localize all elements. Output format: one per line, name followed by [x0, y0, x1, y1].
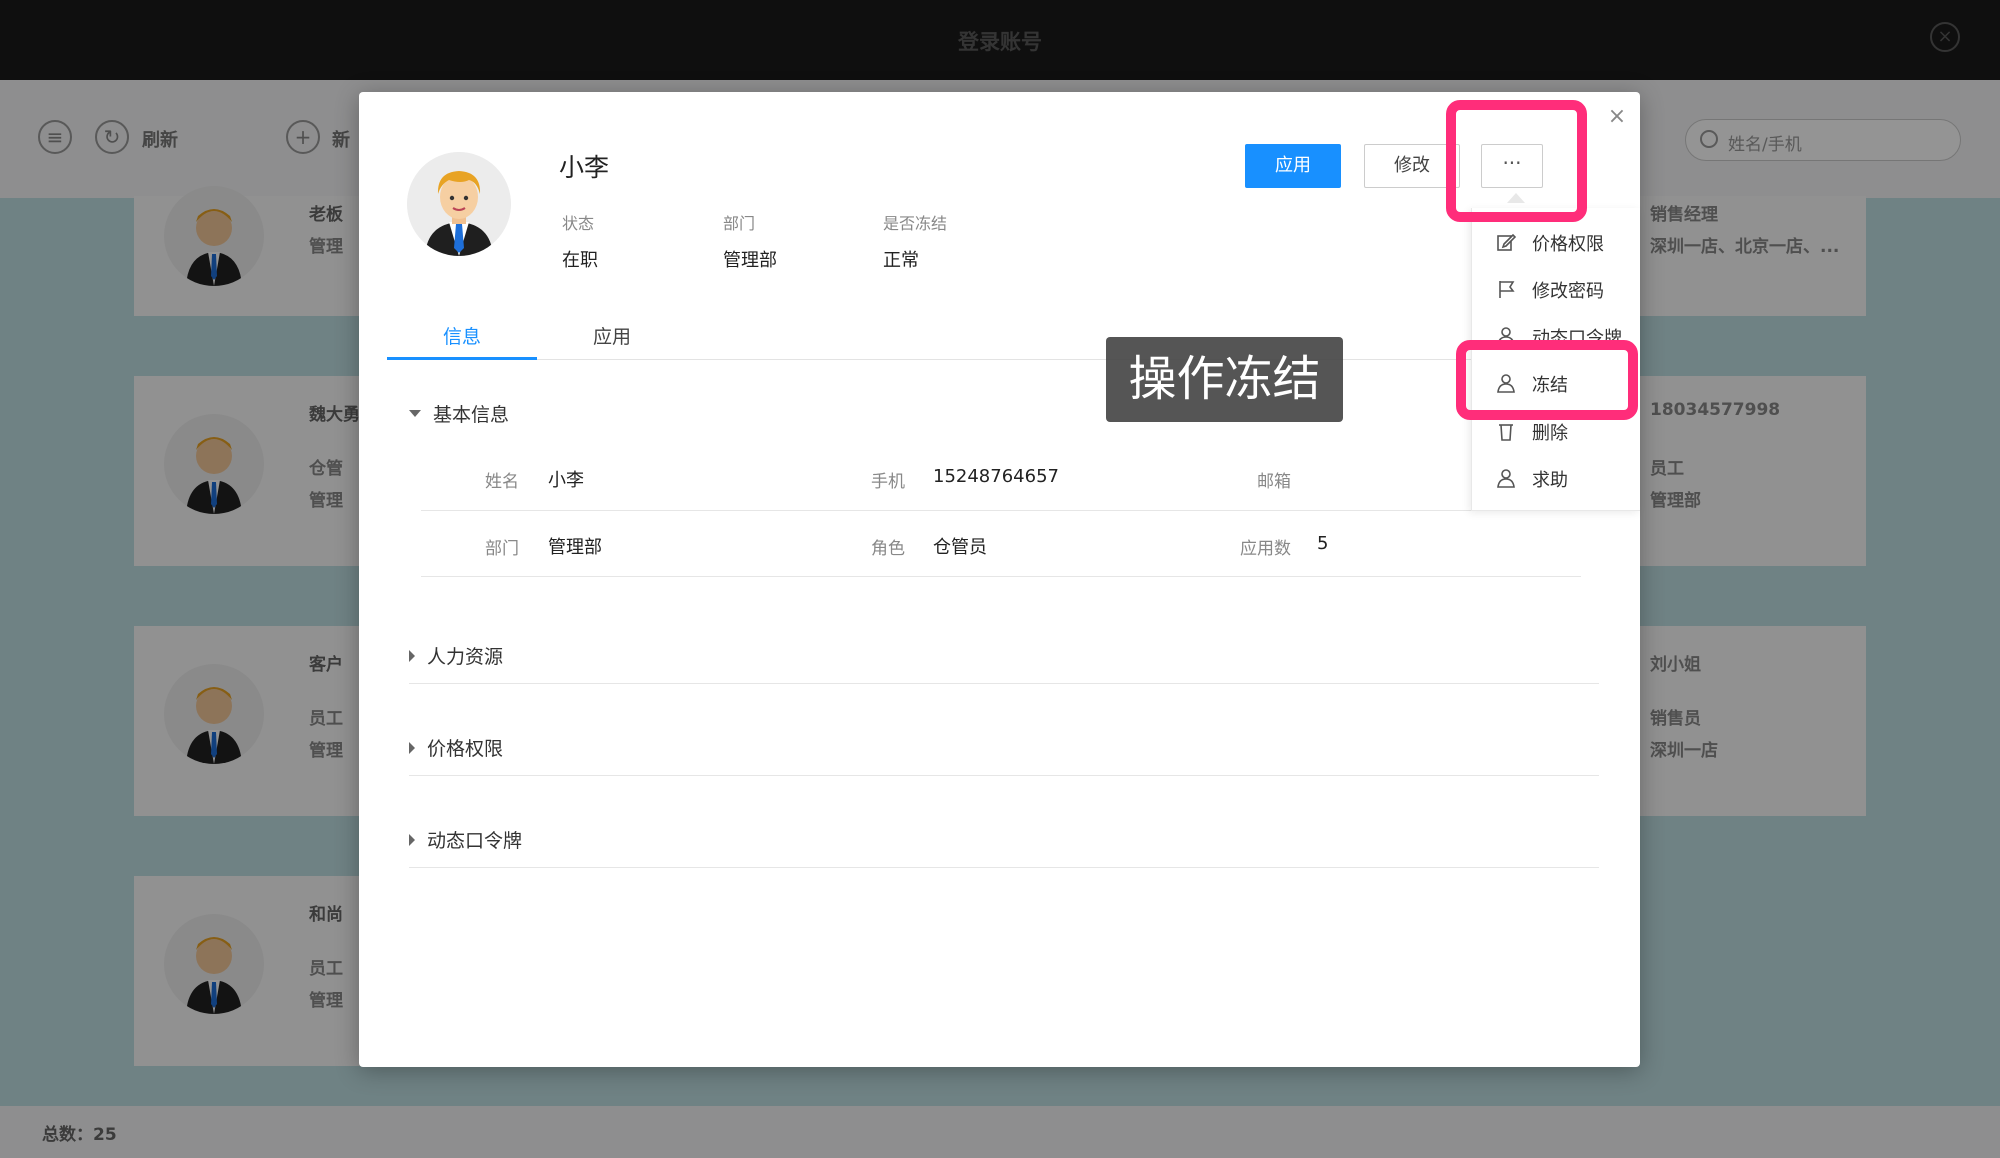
menu-item-price-permission[interactable]: 价格权限: [1472, 224, 1640, 260]
menu-item-label: 动态口令牌: [1532, 328, 1622, 340]
apply-button[interactable]: 应用: [1245, 144, 1341, 188]
name-label: 姓名: [485, 472, 519, 492]
section-divider: [409, 775, 1599, 776]
app-count-label: 应用数: [1240, 539, 1291, 559]
section-dynamic-token[interactable]: 动态口令牌: [409, 826, 522, 853]
status-label: 状态: [562, 214, 595, 233]
name-value: 小李: [548, 470, 584, 491]
row-divider: [421, 510, 1581, 511]
trash-icon: [1499, 424, 1513, 441]
section-title: 动态口令牌: [427, 830, 523, 852]
section-hr[interactable]: 人力资源: [409, 642, 503, 669]
user-icon: [1498, 327, 1514, 340]
section-divider: [409, 867, 1599, 868]
edit-icon: [1497, 233, 1516, 251]
employee-name: 小李: [559, 153, 610, 182]
employee-detail-modal: × 小李 状态 在职 部门 管理部 是否冻结 正常 应用 修改 ··· 信息 应…: [359, 92, 1640, 1067]
department-value: 管理部: [723, 250, 777, 271]
caret-down-icon: [409, 410, 421, 417]
caret-right-icon: [409, 649, 415, 662]
status-value: 在职: [562, 250, 598, 271]
highlight-more-button: [1446, 100, 1587, 222]
avatar: [407, 152, 511, 256]
menu-item-label: 修改密码: [1532, 281, 1604, 302]
section-divider: [409, 683, 1599, 684]
section-basic-info[interactable]: 基本信息: [409, 400, 509, 427]
email-label: 邮箱: [1257, 472, 1291, 492]
dept-label: 部门: [485, 539, 519, 559]
flag-icon: [1499, 281, 1515, 298]
frozen-label: 是否冻结: [883, 214, 948, 233]
role-label: 角色: [871, 539, 905, 559]
section-title: 人力资源: [427, 646, 504, 668]
menu-item-label: 求助: [1532, 470, 1568, 491]
tab-bar: 信息 应用: [387, 322, 1587, 360]
tab-info[interactable]: 信息: [387, 322, 537, 360]
section-title: 价格权限: [427, 738, 504, 760]
menu-item-dynamic-token[interactable]: 动态口令牌: [1472, 318, 1640, 340]
row-divider: [421, 576, 1581, 577]
frozen-value: 正常: [883, 250, 919, 271]
menu-item-change-password[interactable]: 修改密码: [1472, 271, 1640, 307]
close-icon[interactable]: ×: [1607, 104, 1627, 129]
dept-value: 管理部: [548, 537, 602, 558]
phone-label: 手机: [871, 472, 905, 492]
role-value: 仓管员: [933, 537, 987, 558]
section-price-permission[interactable]: 价格权限: [409, 734, 503, 761]
callout-freeze: 操作冻结: [1106, 337, 1343, 422]
highlight-freeze-item: [1456, 340, 1638, 420]
tab-apps[interactable]: 应用: [537, 322, 687, 360]
user-icon: [1497, 469, 1515, 488]
section-title: 基本信息: [433, 404, 510, 426]
phone-value: 15248764657: [933, 466, 1059, 487]
caret-right-icon: [409, 833, 415, 846]
menu-item-label: 删除: [1532, 423, 1568, 444]
app-count-value: 5: [1317, 533, 1329, 554]
menu-item-help[interactable]: 求助: [1472, 460, 1640, 496]
department-label: 部门: [723, 214, 756, 233]
caret-right-icon: [409, 741, 415, 754]
menu-item-label: 价格权限: [1532, 234, 1604, 255]
